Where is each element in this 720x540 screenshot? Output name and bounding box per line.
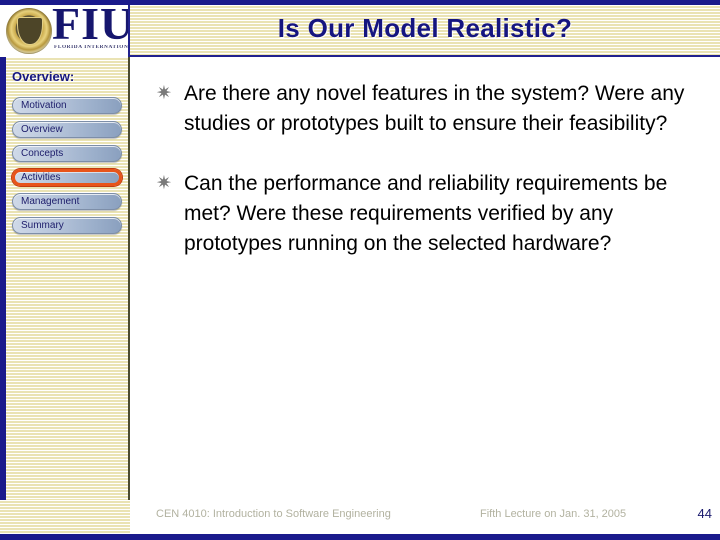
sidebar-item-concepts[interactable]: Concepts xyxy=(12,145,122,162)
bullet-item: ✷ Can the performance and reliability re… xyxy=(152,169,702,259)
fiu-logo-letters: FIU xyxy=(52,5,130,49)
fiu-logo: FIU FLORIDA INTERNATIONAL UNIVERSITY xyxy=(0,5,130,57)
footer-course-label: CEN 4010: Introduction to Software Engin… xyxy=(156,508,391,520)
sidebar-heading: Overview: xyxy=(12,69,75,84)
asterisk-bullet-icon: ✷ xyxy=(156,173,172,194)
sidebar-item-motivation[interactable]: Motivation xyxy=(12,97,122,114)
sidebar-item-overview[interactable]: Overview xyxy=(12,121,122,138)
bullet-text: Are there any novel features in the syst… xyxy=(184,82,685,135)
sidebar-navigation: Overview: Motivation Overview Concepts A… xyxy=(0,57,130,534)
sidebar-item-label: Activities xyxy=(21,172,61,183)
sidebar-item-activities[interactable]: Activities xyxy=(12,169,122,186)
presentation-slide: Is Our Model Realistic? FIU FLORIDA INTE… xyxy=(0,0,720,540)
sidebar-item-label: Overview xyxy=(21,124,63,135)
page-title: Is Our Model Realistic? xyxy=(277,13,573,43)
sidebar-item-summary[interactable]: Summary xyxy=(12,217,122,234)
slide-page-number: 44 xyxy=(697,506,712,521)
bullet-item: ✷ Are there any novel features in the sy… xyxy=(152,79,702,139)
footer-lecture-label: Fifth Lecture on Jan. 31, 2005 xyxy=(480,508,627,520)
slide-content: ✷ Are there any novel features in the sy… xyxy=(132,57,720,500)
fiu-logo-subtitle: FLORIDA INTERNATIONAL UNIVERSITY xyxy=(54,45,129,50)
sidebar-item-label: Summary xyxy=(21,220,64,231)
sidebar-footer-filler xyxy=(0,500,130,534)
asterisk-bullet-icon: ✷ xyxy=(156,83,172,104)
slide-header: Is Our Model Realistic? FIU FLORIDA INTE… xyxy=(0,5,720,61)
sidebar-item-label: Concepts xyxy=(21,148,64,159)
sidebar-item-label: Management xyxy=(21,196,80,207)
slide-footer: CEN 4010: Introduction to Software Engin… xyxy=(132,500,720,534)
sidebar-item-management[interactable]: Management xyxy=(12,193,122,210)
bullet-text: Can the performance and reliability requ… xyxy=(184,172,668,255)
sidebar-item-label: Motivation xyxy=(21,100,67,111)
fiu-seal-icon xyxy=(6,8,52,54)
sidebar-item-list: Motivation Overview Concepts Activities … xyxy=(12,97,124,241)
